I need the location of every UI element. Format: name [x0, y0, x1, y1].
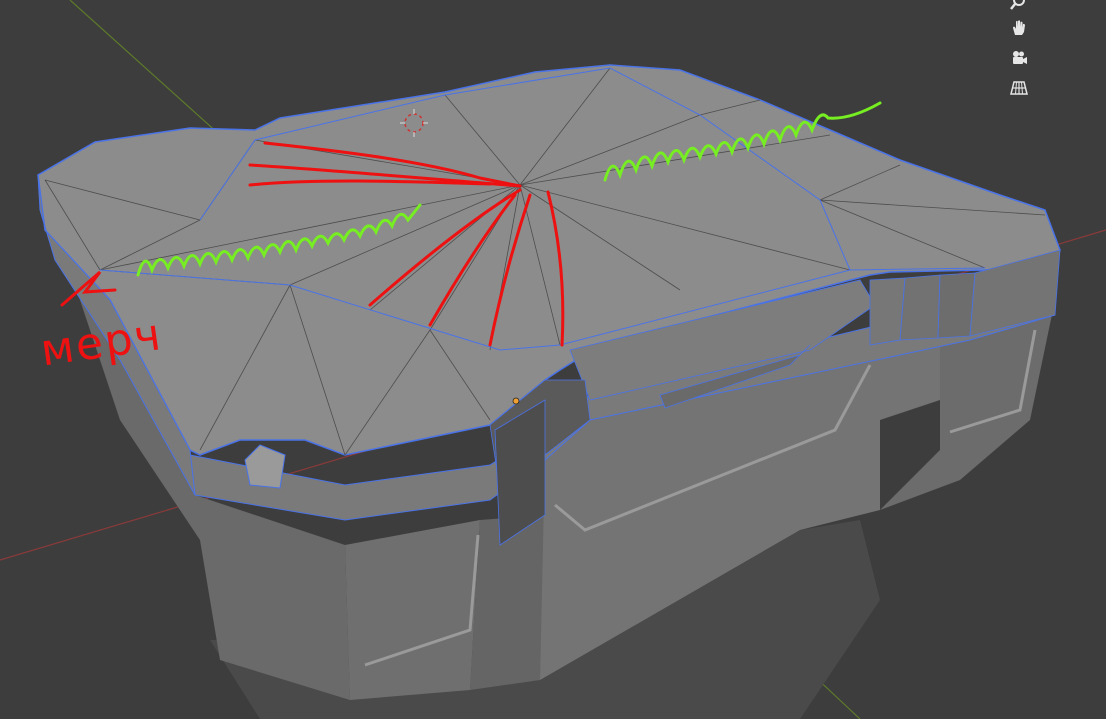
mesh-front-lower-panel [345, 520, 480, 700]
viewport-scene [0, 0, 1106, 719]
ortho-grid-icon[interactable] [1007, 76, 1031, 100]
zoom-icon[interactable] [1007, 0, 1031, 14]
viewport-navigation-gizmo [1004, 0, 1034, 104]
pan-hand-icon[interactable] [1007, 16, 1031, 40]
mesh-corner-notch [244, 444, 286, 489]
object-origin [512, 397, 520, 405]
camera-view-icon[interactable] [1007, 46, 1031, 70]
mesh-front-lower-panel-2 [470, 515, 545, 690]
3d-viewport[interactable]: мерч [0, 0, 1106, 719]
